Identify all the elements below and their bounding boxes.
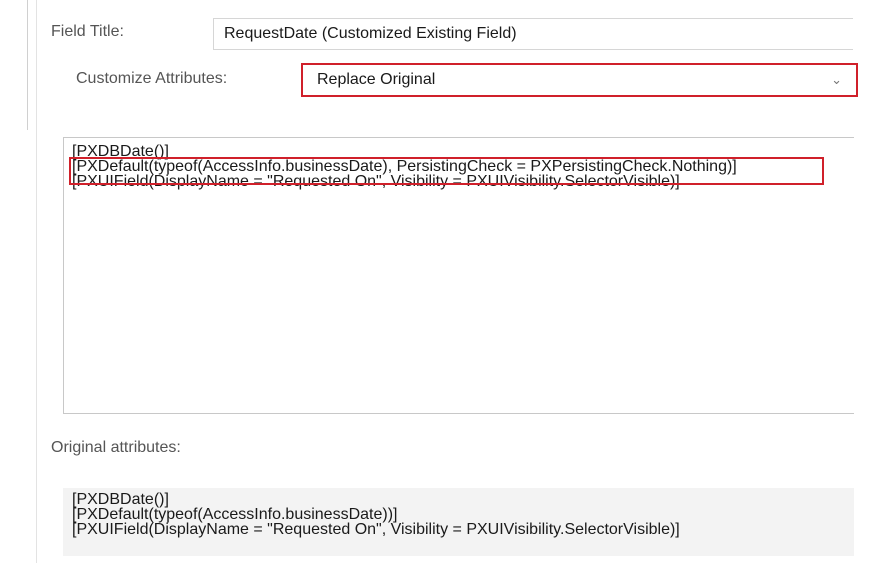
original-attributes-readonly: [PXDBDate()] [PXDefault(typeof(AccessInf…	[63, 488, 854, 556]
panel-divider	[36, 0, 37, 563]
customize-attributes-selected-value: Replace Original	[317, 71, 436, 88]
custom-attribute-line: [PXDefault(typeof(AccessInfo.businessDat…	[72, 158, 737, 175]
original-attribute-line: [PXDefault(typeof(AccessInfo.businessDat…	[72, 506, 398, 523]
custom-attributes-editor[interactable]: [PXDBDate()] [PXDefault(typeof(AccessInf…	[63, 137, 854, 414]
custom-attribute-line: [PXDBDate()]	[72, 143, 169, 160]
attribute-editor-panel: Field Title: RequestDate (Customized Exi…	[0, 0, 880, 563]
field-title-label: Field Title:	[51, 23, 124, 40]
chevron-down-icon[interactable]: ⌄	[831, 65, 842, 95]
field-title-input[interactable]: RequestDate (Customized Existing Field)	[213, 18, 853, 50]
custom-attribute-line: [PXUIField(DisplayName = "Requested On",…	[72, 173, 680, 190]
original-attribute-line: [PXDBDate()]	[72, 491, 169, 508]
original-attributes-label: Original attributes:	[51, 439, 181, 456]
customize-attributes-label: Customize Attributes:	[76, 70, 228, 87]
left-divider	[27, 0, 28, 130]
customize-attributes-select[interactable]: Replace Original ⌄	[301, 63, 858, 97]
original-attribute-line: [PXUIField(DisplayName = "Requested On",…	[72, 521, 680, 538]
